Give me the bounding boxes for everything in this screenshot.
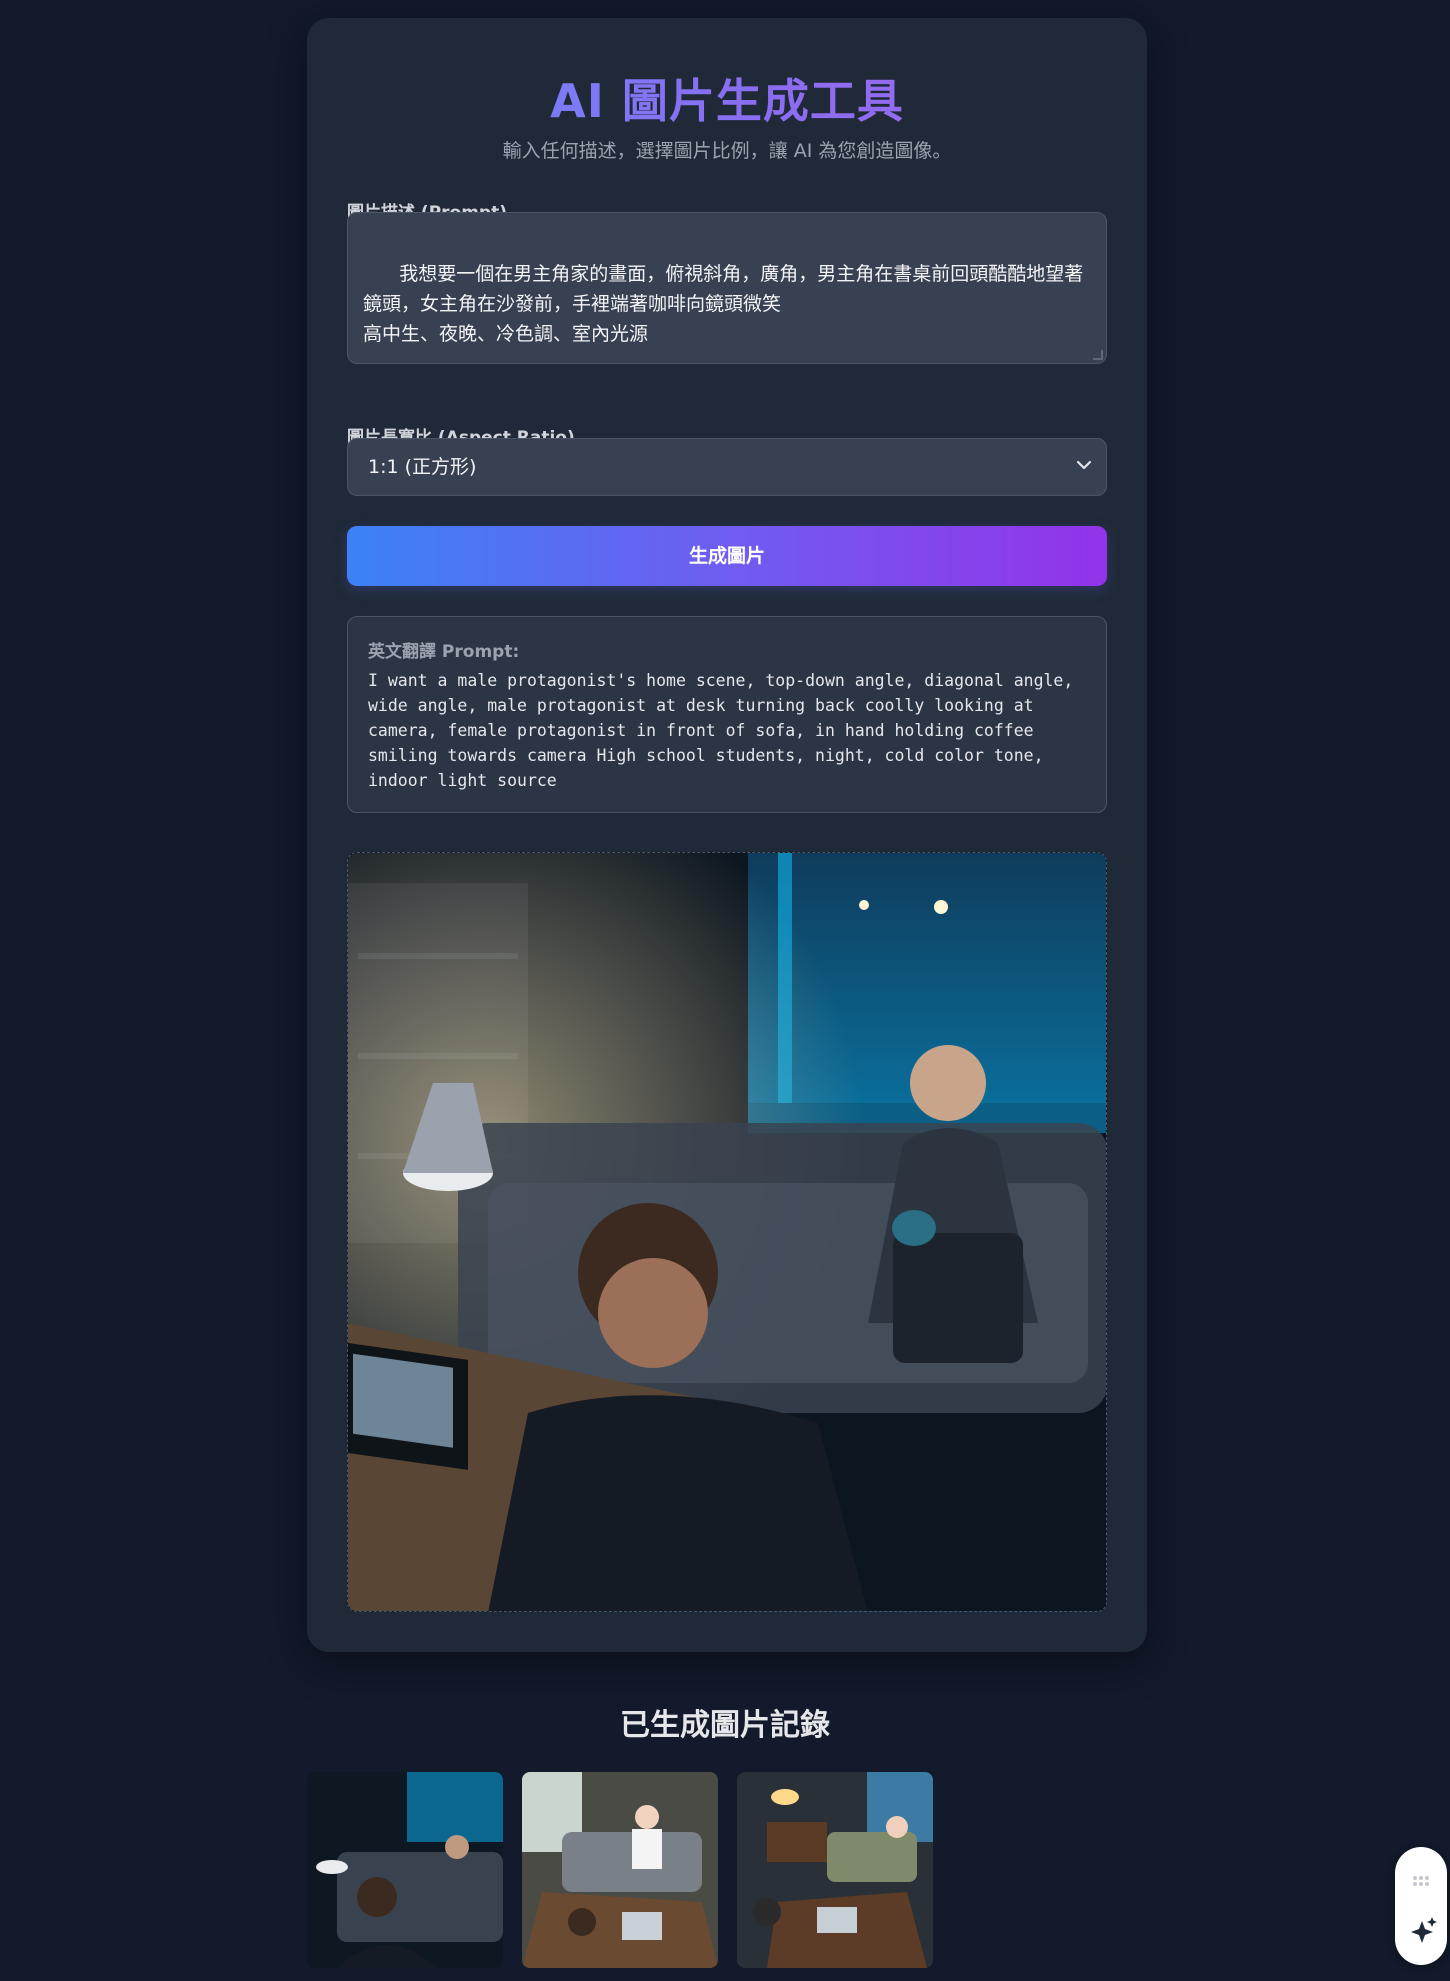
page: AI 圖片生成工具 輸入任何描述，選擇圖片比例，讓 AI 為您創造圖像。 圖片描…	[0, 0, 1450, 1981]
generated-image	[347, 852, 1107, 1612]
history-thumbnail[interactable]	[307, 1772, 503, 1968]
grid-dots-icon	[1413, 1876, 1429, 1886]
thumbnail-image	[737, 1772, 933, 1968]
page-title: AI 圖片生成工具	[307, 68, 1147, 134]
thumbnail-image	[307, 1772, 503, 1968]
history-title: 已生成圖片記錄	[620, 1708, 830, 1743]
page-subtitle: 輸入任何描述，選擇圖片比例，讓 AI 為您創造圖像。	[502, 140, 952, 162]
translation-panel: 英文翻譯 Prompt: I want a male protagonist's…	[347, 616, 1107, 813]
thumbnail-image	[522, 1772, 718, 1968]
prompt-text: 我想要一個在男主角家的畫面，俯視斜角，廣角，男主角在書桌前回頭酷酷地望著鏡頭，女…	[363, 263, 1084, 345]
floating-toolbar-icons	[1411, 1876, 1437, 1943]
aspect-ratio-select[interactable]: 1:1 (正方形)	[347, 438, 1107, 496]
aspect-ratio-value: 1:1 (正方形)	[368, 456, 477, 478]
generate-button[interactable]: 生成圖片	[347, 526, 1107, 586]
translation-text: I want a male protagonist's home scene, …	[368, 671, 1074, 790]
chevron-down-icon	[1076, 460, 1092, 470]
prompt-textarea[interactable]: 我想要一個在男主角家的畫面，俯視斜角，廣角，男主角在書桌前回頭酷酷地望著鏡頭，女…	[347, 212, 1107, 364]
floating-toolbar	[1395, 1847, 1447, 1965]
history-thumbnail[interactable]	[737, 1772, 933, 1968]
translation-label: 英文翻譯 Prompt:	[368, 642, 520, 662]
resize-handle-icon[interactable]	[1093, 350, 1103, 360]
sparkle-icon	[1411, 1917, 1437, 1943]
history-thumbnail[interactable]	[522, 1772, 718, 1968]
generator-card: AI 圖片生成工具 輸入任何描述，選擇圖片比例，讓 AI 為您創造圖像。 圖片描…	[307, 18, 1147, 1652]
generated-image-illustration	[348, 853, 1106, 1611]
